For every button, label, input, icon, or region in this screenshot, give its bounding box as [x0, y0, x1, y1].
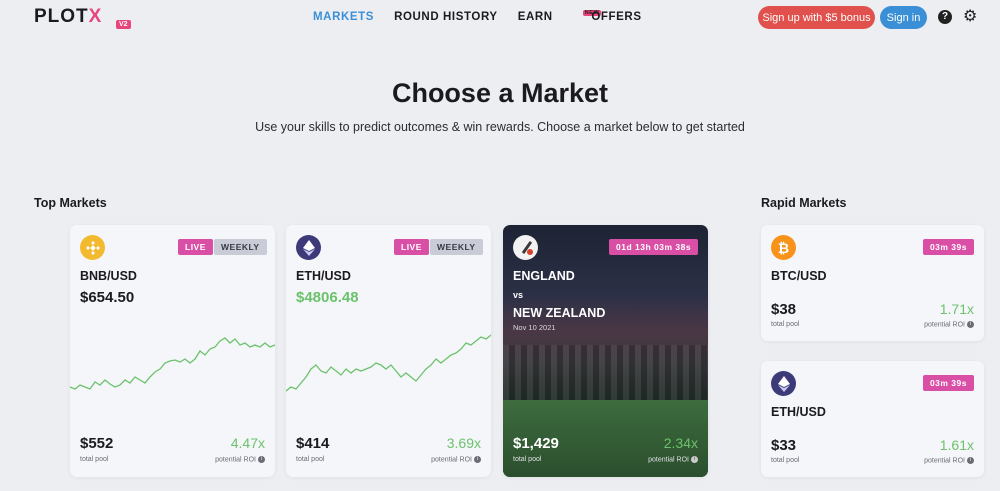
rapid-card-eth[interactable]: 03m 39s ETH/USD $33 total pool 1.61x pot…	[761, 361, 984, 477]
countdown-timer: 03m 39s	[922, 375, 974, 391]
roi-label: potential ROI i	[924, 457, 974, 464]
countdown-timer: 01d 13h 03m 38s	[609, 239, 699, 255]
signup-button[interactable]: Sign up with $5 bonus	[758, 6, 875, 29]
page-title: Choose a Market	[391, 78, 609, 108]
total-pool-label: total pool	[771, 321, 800, 328]
signin-button[interactable]: Sign in	[880, 6, 927, 29]
info-icon[interactable]: i	[691, 456, 698, 463]
roi-label: potential ROI i	[648, 456, 698, 463]
live-tag: LIVE	[178, 239, 213, 255]
live-tag: LIVE	[394, 239, 429, 255]
market-price: $654.50	[80, 289, 135, 306]
roi-value: 1.61x	[939, 437, 974, 453]
bnb-icon	[80, 235, 105, 260]
info-icon[interactable]: i	[967, 321, 974, 328]
nav-offers[interactable]: OFFERS	[591, 11, 641, 23]
version-badge: V2	[116, 20, 131, 29]
roi-value: 4.47x	[230, 435, 265, 451]
btc-icon: ₿	[771, 235, 796, 260]
nav-markets[interactable]: MARKETS	[313, 11, 374, 23]
market-pair: ETH/USD	[771, 405, 826, 419]
match-date: Nov 10 2021	[513, 323, 556, 332]
roi-label: potential ROI i	[431, 456, 481, 463]
logo[interactable]: PLOTX V2	[34, 6, 131, 29]
help-icon[interactable]: ?	[938, 10, 952, 24]
total-pool-label: total pool	[296, 456, 325, 463]
weekly-tag: WEEKLY	[430, 239, 483, 255]
roi-value: 3.69x	[446, 435, 481, 451]
price-sparkline	[286, 334, 491, 392]
roi-value: 2.34x	[663, 435, 698, 451]
total-pool-value: $414	[296, 435, 330, 452]
stadium-background	[503, 345, 708, 400]
nav-round-history[interactable]: ROUND HISTORY	[394, 11, 498, 23]
info-icon[interactable]: i	[258, 456, 265, 463]
versus-label: vs	[513, 290, 524, 300]
top-markets-title: Top Markets	[34, 196, 107, 210]
market-pair: BNB/USD	[80, 269, 137, 283]
price-sparkline	[70, 337, 275, 390]
info-icon[interactable]: i	[967, 457, 974, 464]
total-pool-label: total pool	[513, 456, 542, 463]
total-pool-label: total pool	[771, 457, 800, 464]
total-pool-label: total pool	[80, 456, 109, 463]
market-card-eth[interactable]: LIVE WEEKLY ETH/USD $4806.48 $414 total …	[286, 225, 491, 477]
total-pool-value: $38	[771, 301, 797, 318]
top-nav: PLOTX V2 MARKETS ROUND HISTORY EARN NEW O…	[0, 0, 1000, 36]
team-one: ENGLAND	[513, 269, 575, 283]
rapid-markets-title: Rapid Markets	[761, 196, 847, 210]
countdown-timer: 03m 39s	[922, 239, 974, 255]
info-icon[interactable]: i	[474, 456, 481, 463]
rapid-card-btc[interactable]: ₿ 03m 39s BTC/USD $38 total pool 1.71x p…	[761, 225, 984, 341]
nav-links: MARKETS ROUND HISTORY EARN NEW OFFERS	[313, 10, 642, 23]
page-subtitle: Use your skills to predict outcomes & wi…	[255, 120, 745, 134]
market-card-bnb[interactable]: LIVE WEEKLY BNB/USD $654.50 $552 total p…	[70, 225, 275, 477]
total-pool-value: $552	[80, 435, 114, 452]
eth-icon	[296, 235, 321, 260]
market-pair: ETH/USD	[296, 269, 351, 283]
cricket-icon	[513, 235, 538, 260]
nav-earn[interactable]: EARN NEW	[518, 10, 602, 23]
market-price: $4806.48	[296, 289, 359, 306]
roi-value: 1.71x	[939, 301, 974, 317]
weekly-tag: WEEKLY	[214, 239, 267, 255]
total-pool-value: $1,429	[513, 435, 559, 452]
eth-icon	[771, 371, 796, 396]
team-two: NEW ZEALAND	[513, 306, 606, 320]
roi-label: potential ROI i	[924, 321, 974, 328]
roi-label: potential ROI i	[215, 456, 265, 463]
gear-icon[interactable]: ⚙	[963, 8, 977, 26]
market-pair: BTC/USD	[771, 269, 827, 283]
total-pool-value: $33	[771, 437, 797, 454]
market-card-cricket[interactable]: 01d 13h 03m 38s ENGLAND vs NEW ZEALAND N…	[503, 225, 708, 477]
